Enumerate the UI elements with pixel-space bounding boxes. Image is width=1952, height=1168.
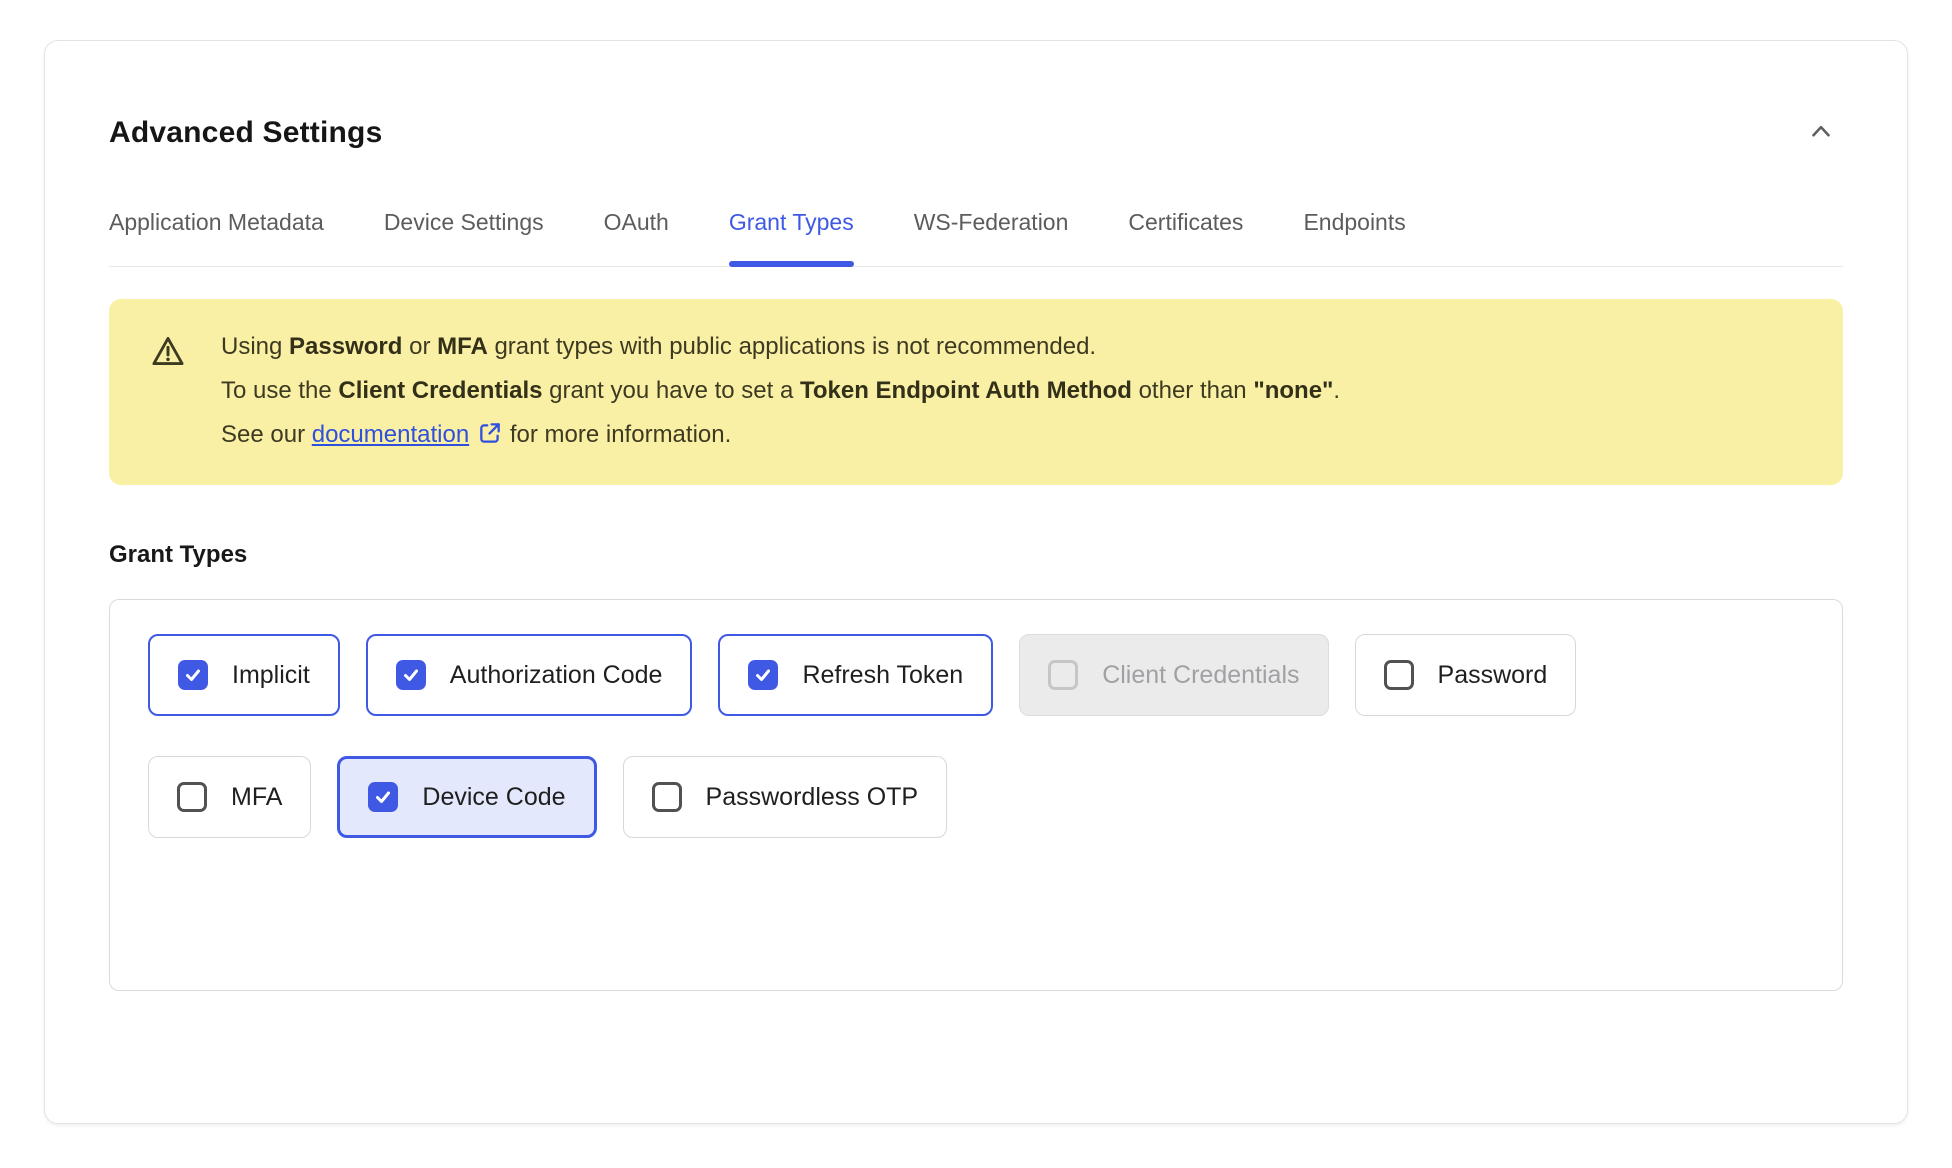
grant-type-label: Implicit	[232, 661, 310, 690]
password-checkbox-unchecked[interactable]	[1384, 660, 1414, 690]
text-segment-bold: "none"	[1253, 377, 1333, 404]
grant-types-section-label: Grant Types	[109, 541, 1843, 569]
text-segment: grant types with public applications is …	[488, 333, 1096, 360]
tab-device-settings[interactable]: Device Settings	[384, 209, 544, 266]
grant-type-card-implicit[interactable]: Implicit	[148, 634, 340, 716]
text-segment: grant you have to set a	[542, 377, 800, 404]
panel-header: Advanced Settings	[109, 111, 1843, 155]
grant-type-label: Passwordless OTP	[706, 783, 919, 812]
grant-types-group: Implicit Authorization Code Refresh Toke…	[109, 599, 1843, 991]
collapse-panel-button[interactable]	[1799, 111, 1843, 155]
grant-type-card-authorization-code[interactable]: Authorization Code	[366, 634, 693, 716]
grant-type-card-refresh-token[interactable]: Refresh Token	[718, 634, 993, 716]
tab-application-metadata[interactable]: Application Metadata	[109, 209, 324, 266]
text-segment-bold: MFA	[437, 333, 488, 360]
passwordless-otp-checkbox-unchecked[interactable]	[652, 782, 682, 812]
page-title: Advanced Settings	[109, 116, 382, 150]
text-segment: .	[1333, 377, 1340, 404]
tab-ws-federation[interactable]: WS-Federation	[914, 209, 1069, 266]
warning-text: Using Password or MFA grant types with p…	[221, 325, 1340, 461]
text-segment-bold: Token Endpoint Auth Method	[800, 377, 1132, 404]
client-credentials-checkbox-disabled	[1048, 660, 1078, 690]
grant-type-label: Refresh Token	[802, 661, 963, 690]
mfa-checkbox-unchecked[interactable]	[177, 782, 207, 812]
warning-triangle-icon	[149, 333, 187, 374]
grant-types-row-1: Implicit Authorization Code Refresh Toke…	[148, 634, 1804, 716]
tab-endpoints[interactable]: Endpoints	[1303, 209, 1405, 266]
grant-type-card-passwordless-otp[interactable]: Passwordless OTP	[623, 756, 948, 838]
warning-banner: Using Password or MFA grant types with p…	[109, 299, 1843, 485]
warning-line-3: See our documentation for more informati…	[221, 413, 1340, 461]
device-code-checkbox-checked[interactable]	[368, 782, 398, 812]
grant-type-card-device-code[interactable]: Device Code	[337, 756, 596, 838]
text-segment-bold: Password	[289, 333, 402, 360]
warning-line-1: Using Password or MFA grant types with p…	[221, 325, 1340, 369]
chevron-up-icon	[1806, 117, 1836, 150]
text-segment: Using	[221, 333, 289, 360]
grant-type-label: Client Credentials	[1102, 661, 1299, 690]
tab-grant-types[interactable]: Grant Types	[729, 209, 854, 266]
grant-type-label: Password	[1438, 661, 1548, 690]
text-segment: for more information.	[503, 421, 731, 448]
text-segment: See our	[221, 421, 312, 448]
external-link-icon	[477, 425, 503, 452]
refresh-token-checkbox-checked[interactable]	[748, 660, 778, 690]
grant-type-label: Authorization Code	[450, 661, 663, 690]
documentation-link[interactable]: documentation	[312, 421, 503, 448]
grant-type-card-client-credentials: Client Credentials	[1019, 634, 1328, 716]
grant-type-label: Device Code	[422, 783, 565, 812]
settings-tabs: Application Metadata Device Settings OAu…	[109, 209, 1843, 267]
grant-type-card-password[interactable]: Password	[1355, 634, 1577, 716]
warning-line-2: To use the Client Credentials grant you …	[221, 369, 1340, 413]
tab-oauth[interactable]: OAuth	[604, 209, 669, 266]
grant-types-row-2: MFA Device Code Passwordless OTP	[148, 756, 1804, 838]
text-segment: or	[402, 333, 437, 360]
grant-type-card-mfa[interactable]: MFA	[148, 756, 311, 838]
grant-type-label: MFA	[231, 783, 282, 812]
text-segment-bold: Client Credentials	[338, 377, 542, 404]
tab-certificates[interactable]: Certificates	[1128, 209, 1243, 266]
implicit-checkbox-checked[interactable]	[178, 660, 208, 690]
advanced-settings-panel: Advanced Settings Application Metadata D…	[44, 40, 1908, 1124]
documentation-link-label: documentation	[312, 421, 469, 448]
text-segment: To use the	[221, 377, 338, 404]
authorization-code-checkbox-checked[interactable]	[396, 660, 426, 690]
text-segment: other than	[1132, 377, 1253, 404]
